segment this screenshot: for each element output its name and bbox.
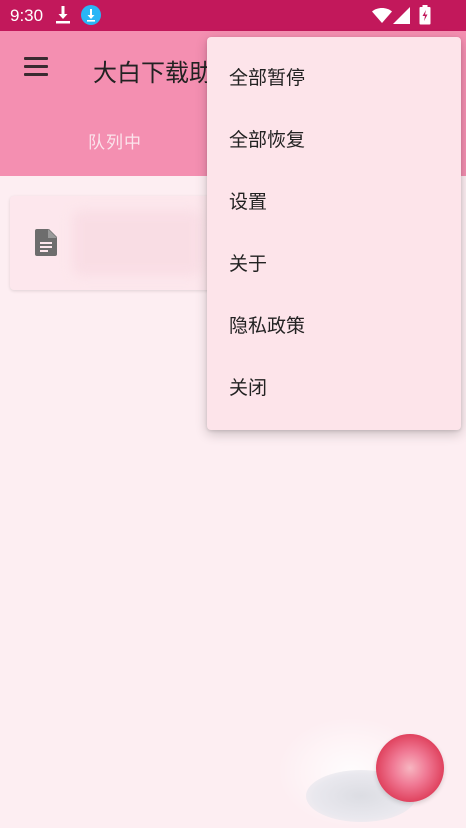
task-info-placeholder — [72, 210, 202, 276]
tab-queue[interactable]: 队列中 — [88, 128, 142, 153]
signal-icon — [393, 7, 410, 24]
hamburger-menu-icon[interactable] — [24, 57, 48, 77]
battery-charging-icon — [419, 5, 431, 25]
download-icon — [56, 6, 70, 24]
status-time: 9:30 — [10, 6, 44, 25]
document-icon — [35, 229, 57, 256]
wifi-icon — [372, 8, 392, 23]
menu-item-about[interactable]: 关于 — [207, 233, 461, 295]
status-bar: 9:30 — [0, 0, 466, 31]
menu-item-pause-all[interactable]: 全部暂停 — [207, 47, 461, 109]
app-notification-icon — [81, 5, 101, 25]
floating-rose-icon[interactable] — [376, 734, 444, 802]
menu-item-privacy-policy[interactable]: 隐私政策 — [207, 295, 461, 357]
menu-item-settings[interactable]: 设置 — [207, 171, 461, 233]
menu-item-resume-all[interactable]: 全部恢复 — [207, 109, 461, 171]
overflow-menu: 全部暂停 全部恢复 设置 关于 隐私政策 关闭 — [207, 37, 461, 430]
app-title: 大白下载助手 — [93, 59, 207, 87]
download-task-card[interactable] — [10, 196, 240, 290]
menu-item-close[interactable]: 关闭 — [207, 357, 461, 419]
